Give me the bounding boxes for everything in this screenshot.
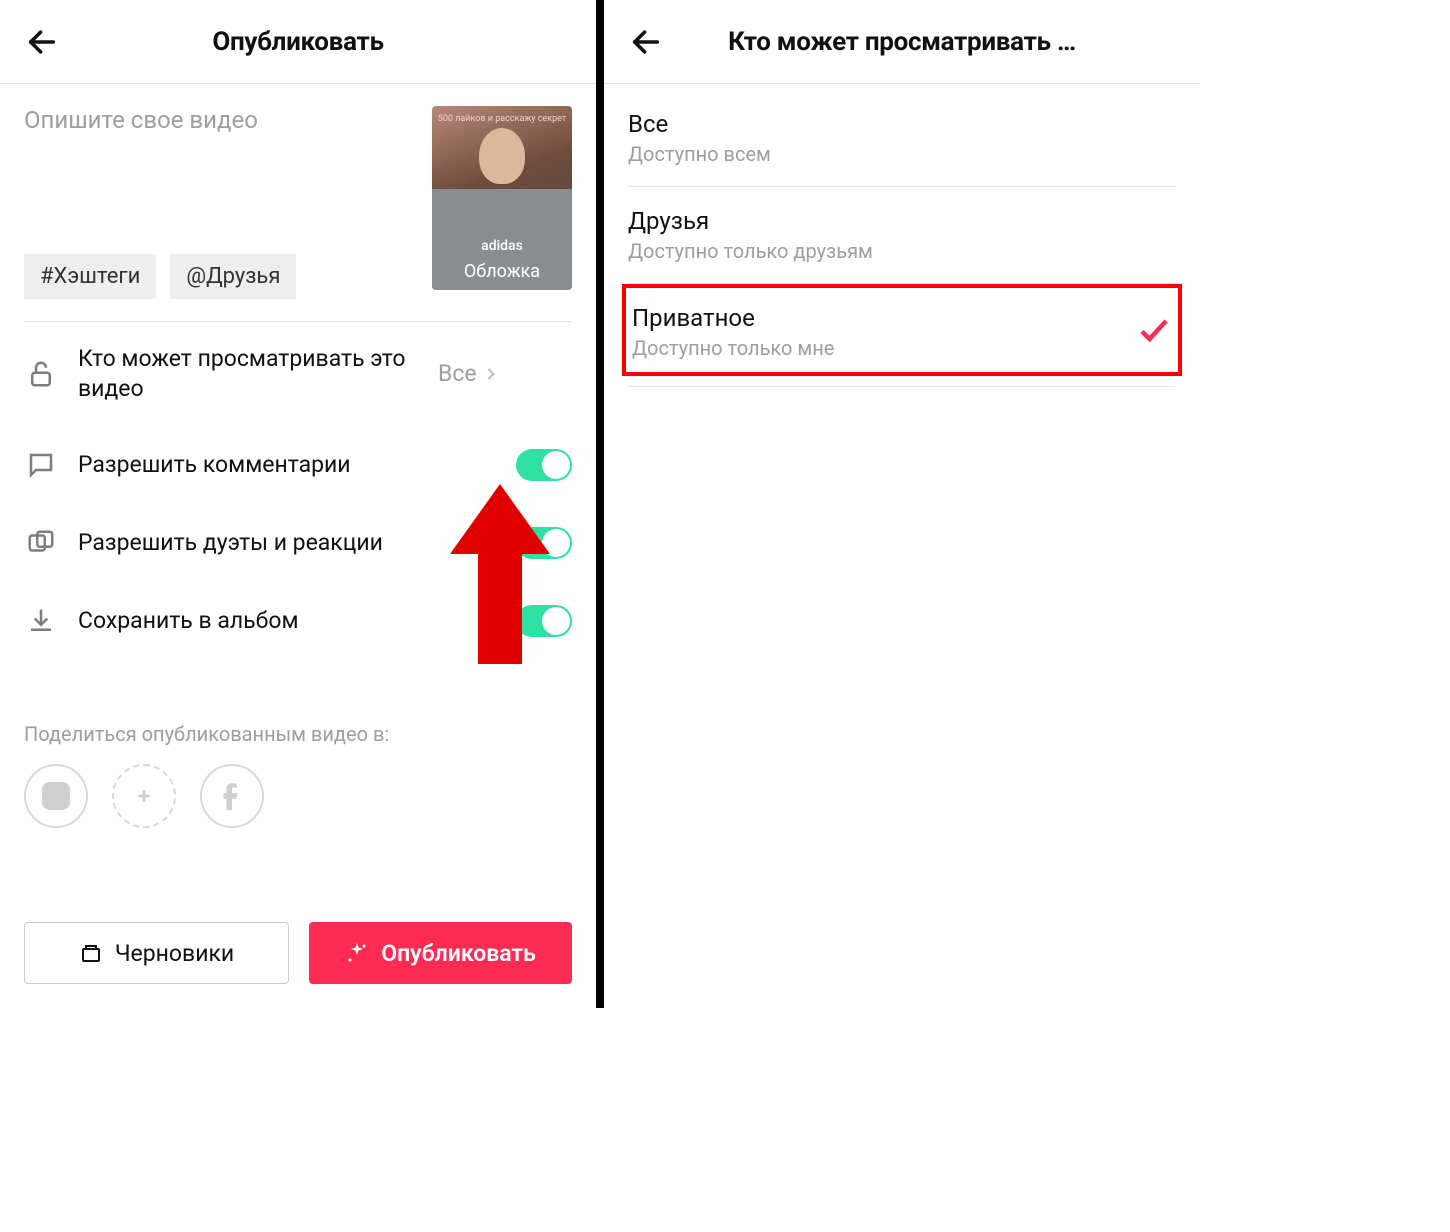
save-album-label: Сохранить в альбом bbox=[78, 606, 496, 636]
content: Опишите свое видео #Хэштеги @Друзья 500 … bbox=[0, 84, 596, 1008]
share-label: Поделиться опубликованным видео в: bbox=[24, 722, 572, 746]
header: Кто может просматривать … bbox=[604, 0, 1200, 84]
duet-icon bbox=[24, 526, 58, 560]
page-title: Опубликовать bbox=[20, 27, 576, 57]
plus-circle-icon bbox=[127, 779, 161, 813]
thumbnail-overlay-text: 500 лайков и расскажу секрет bbox=[436, 114, 568, 124]
share-instagram[interactable] bbox=[24, 764, 88, 828]
save-album-setting-row[interactable]: Сохранить в альбом bbox=[24, 582, 572, 660]
arrow-left-icon bbox=[25, 25, 59, 59]
privacy-value: Все bbox=[438, 360, 501, 387]
privacy-setting-row[interactable]: Кто может просматривать это видео Все bbox=[24, 322, 572, 426]
duets-label: Разрешить дуэты и реакции bbox=[78, 528, 496, 558]
header: Опубликовать bbox=[0, 0, 596, 84]
video-thumbnail[interactable]: 500 лайков и расскажу секрет adidas Обло… bbox=[432, 106, 572, 290]
share-facebook[interactable] bbox=[200, 764, 264, 828]
publish-button[interactable]: Опубликовать bbox=[309, 922, 572, 984]
duets-toggle[interactable] bbox=[516, 527, 572, 559]
privacy-screen: Кто может просматривать … Все Доступно в… bbox=[604, 0, 1200, 1008]
share-story[interactable] bbox=[112, 764, 176, 828]
annotation-highlight: Приватное Доступно только мне bbox=[622, 284, 1182, 376]
download-icon bbox=[24, 604, 58, 638]
thumbnail-cover-label: Обложка bbox=[432, 261, 572, 282]
screen-divider bbox=[596, 0, 604, 1008]
comment-icon bbox=[24, 448, 58, 482]
chevron-right-icon bbox=[481, 364, 501, 384]
drafts-button[interactable]: Черновики bbox=[24, 922, 289, 984]
back-button[interactable] bbox=[626, 22, 666, 62]
publish-screen: Опубликовать Опишите свое видео #Хэштеги… bbox=[0, 0, 596, 1008]
unlock-icon bbox=[24, 357, 58, 391]
hashtags-chip[interactable]: #Хэштеги bbox=[24, 254, 156, 299]
duets-setting-row[interactable]: Разрешить дуэты и реакции bbox=[24, 504, 572, 582]
instagram-icon bbox=[39, 779, 73, 813]
comments-setting-row[interactable]: Разрешить комментарии bbox=[24, 426, 572, 504]
page-title: Кто может просматривать … bbox=[624, 27, 1180, 57]
back-button[interactable] bbox=[22, 22, 62, 62]
description-placeholder: Опишите свое видео bbox=[24, 106, 414, 134]
comments-toggle[interactable] bbox=[516, 449, 572, 481]
friends-chip[interactable]: @Друзья bbox=[170, 254, 296, 299]
privacy-option-everyone[interactable]: Все Доступно всем bbox=[628, 84, 1176, 187]
thumbnail-brand: adidas bbox=[432, 238, 572, 254]
check-icon bbox=[1136, 312, 1172, 352]
privacy-option-friends[interactable]: Друзья Доступно только друзьям bbox=[628, 187, 1176, 284]
comments-label: Разрешить комментарии bbox=[78, 450, 496, 480]
save-album-toggle[interactable] bbox=[516, 605, 572, 637]
facebook-icon bbox=[215, 779, 249, 813]
description-input[interactable]: Опишите свое видео #Хэштеги @Друзья bbox=[24, 106, 414, 299]
privacy-label: Кто может просматривать это видео bbox=[78, 344, 418, 404]
sparkle-icon bbox=[345, 941, 369, 965]
drafts-icon bbox=[79, 941, 103, 965]
privacy-options: Все Доступно всем Друзья Доступно только… bbox=[604, 84, 1200, 387]
privacy-option-private[interactable]: Приватное Доступно только мне bbox=[632, 304, 1172, 360]
arrow-left-icon bbox=[629, 25, 663, 59]
